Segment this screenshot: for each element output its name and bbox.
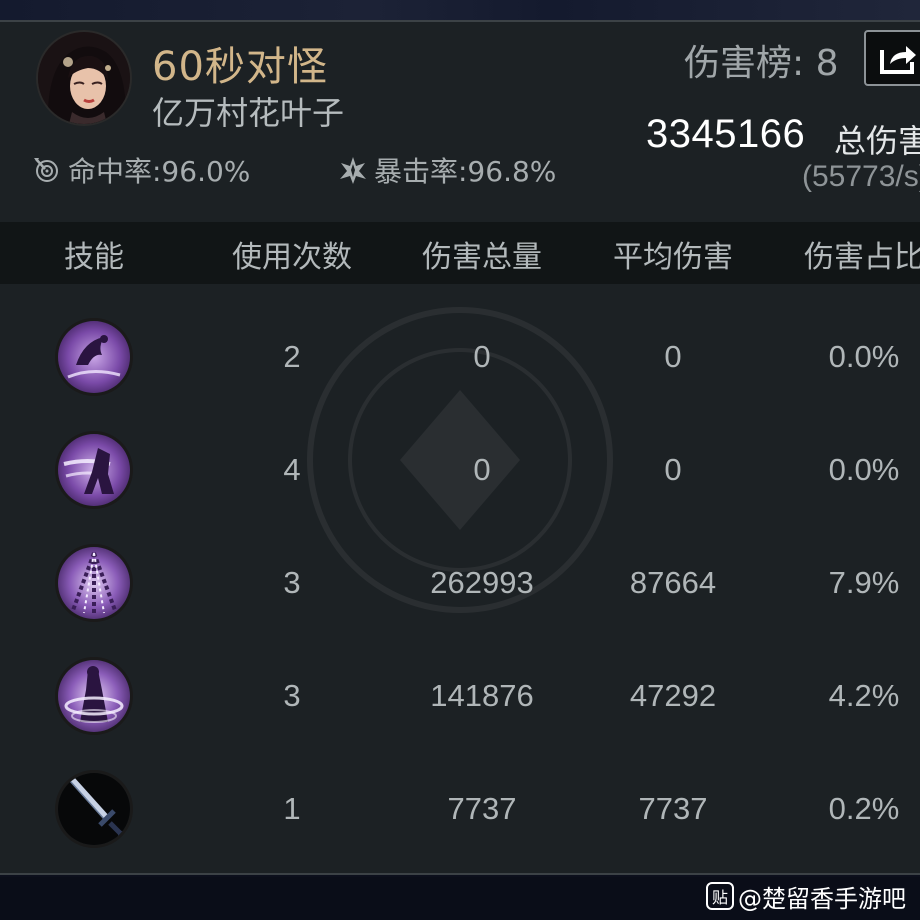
table-row[interactable]: 3 141876 47292 4.2% xyxy=(0,639,920,752)
uses-cell: 4 xyxy=(283,452,301,487)
target-icon xyxy=(34,158,58,182)
chain-skill-icon xyxy=(55,544,133,622)
column-header-uses[interactable]: 使用次数 xyxy=(232,232,352,276)
damage-pct-cell: 0.2% xyxy=(828,791,900,826)
top-background-strip xyxy=(0,0,920,22)
dps-value: (55773/s) xyxy=(802,160,920,193)
damage-total-value: 3345166 xyxy=(646,112,806,156)
page-title: 60秒对怪 xyxy=(152,44,328,90)
column-header-skill[interactable]: 技能 xyxy=(64,232,124,276)
character-portrait-icon xyxy=(38,32,130,124)
dash-skill-icon xyxy=(55,431,133,509)
share-icon xyxy=(880,46,916,74)
sword-icon xyxy=(55,770,133,848)
crit-rate-text: 暴击率:96.8% xyxy=(374,155,557,188)
total-damage-cell: 0 xyxy=(473,339,491,374)
leap-skill-icon xyxy=(55,318,133,396)
tieba-icon: 贴 xyxy=(706,882,734,910)
damage-pct-cell: 0.0% xyxy=(828,339,900,374)
avg-damage-cell: 47292 xyxy=(629,678,717,713)
forum-credit-text: @楚留香手游吧 xyxy=(738,884,906,913)
forum-credit: 贴 @楚留香手游吧 xyxy=(706,880,906,913)
total-damage-cell: 262993 xyxy=(430,565,534,600)
damage-pct-cell: 0.0% xyxy=(828,452,900,487)
total-damage-cell: 0 xyxy=(473,452,491,487)
damage-pct-cell: 4.2% xyxy=(828,678,900,713)
damage-total-label: 总伤害 xyxy=(834,122,920,160)
damage-pct-cell: 7.9% xyxy=(828,565,900,600)
column-header-avg-damage[interactable]: 平均伤害 xyxy=(613,232,733,276)
crit-rate-stat: 暴击率:96.8% xyxy=(338,150,556,190)
table-row[interactable]: 4 0 0 0.0% xyxy=(0,413,920,526)
player-name: 亿万村花叶子 xyxy=(152,94,345,132)
table-row[interactable]: 3 262993 87664 7.9% xyxy=(0,526,920,639)
crit-burst-icon xyxy=(340,157,366,184)
uses-cell: 3 xyxy=(283,678,301,713)
table-row[interactable]: 1 7737 7737 0.2% xyxy=(0,752,920,865)
hit-rate-stat: 命中率:96.0% xyxy=(32,150,250,190)
uses-cell: 2 xyxy=(283,339,301,374)
table-row[interactable]: 2 0 0 0.0% xyxy=(0,300,920,413)
damage-rank: 伤害榜: 8 xyxy=(684,43,839,84)
whirl-skill-icon xyxy=(55,657,133,735)
avg-damage-cell: 87664 xyxy=(629,565,717,600)
share-button[interactable] xyxy=(864,30,920,86)
avg-damage-cell: 0 xyxy=(664,339,682,374)
avg-damage-cell: 7737 xyxy=(638,791,708,826)
total-damage-cell: 141876 xyxy=(430,678,534,713)
avg-damage-cell: 0 xyxy=(664,452,682,487)
uses-cell: 3 xyxy=(283,565,301,600)
total-damage-cell: 7737 xyxy=(447,791,517,826)
player-avatar xyxy=(36,30,132,126)
uses-cell: 1 xyxy=(283,791,301,826)
column-header-damage-pct[interactable]: 伤害占比 xyxy=(804,232,920,276)
hit-rate-text: 命中率:96.0% xyxy=(68,155,251,188)
column-header-total-damage[interactable]: 伤害总量 xyxy=(422,232,542,276)
